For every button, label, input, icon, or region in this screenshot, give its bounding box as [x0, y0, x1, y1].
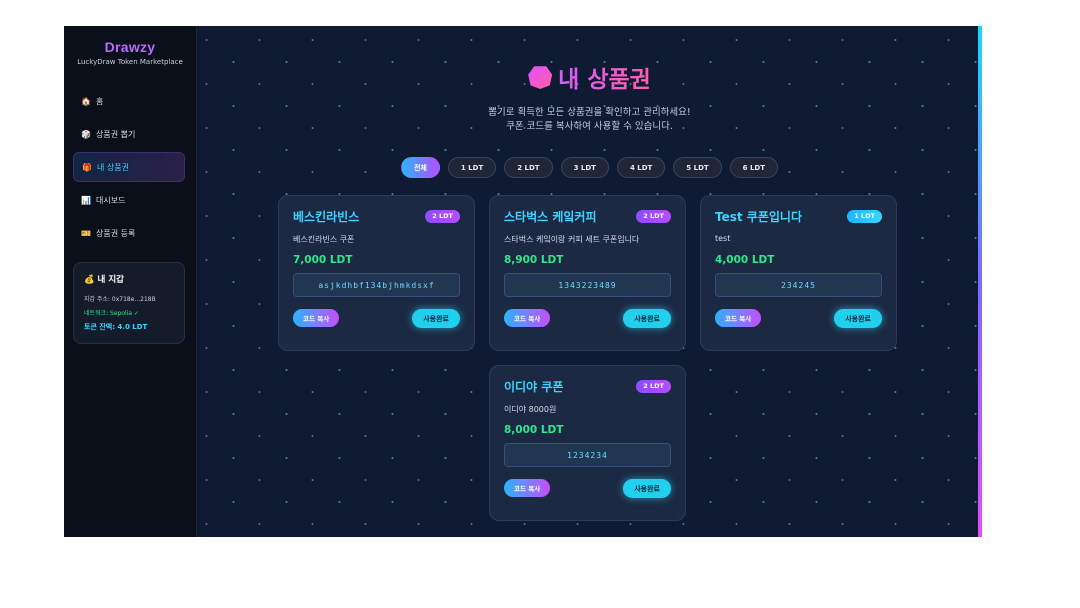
voucher-card: 스타벅스 케잌커피 2 LDT 스타벅스 케잌이랑 커피 세트 쿠폰입니다 8,… — [489, 195, 686, 351]
brand-logo[interactable]: Drawzy — [64, 39, 196, 55]
page-subtitle: 뽑기로 획득한 모든 상품권을 확인하고 관리하세요! 쿠폰 코드를 복사하여 … — [197, 106, 982, 134]
sidebar: Drawzy LuckyDraw Token Marketplace 🏠 홈 🎲… — [64, 26, 197, 537]
voucher-description: 스타벅스 케잌이랑 커피 세트 쿠폰입니다 — [504, 235, 640, 244]
coupon-code[interactable]: asjkdhbf134bjhmkdsxf — [293, 273, 460, 297]
app-window: Drawzy LuckyDraw Token Marketplace 🏠 홈 🎲… — [64, 26, 982, 537]
ticket-icon: 🎫 — [81, 228, 91, 238]
wallet-network: 네트워크: Sepolia ✓ — [84, 310, 139, 317]
home-icon: 🏠 — [81, 96, 91, 106]
gift-icon: 🎁 — [82, 162, 92, 172]
copy-code-button[interactable]: 코드 복사 — [504, 309, 551, 327]
copy-code-button[interactable]: 코드 복사 — [715, 309, 762, 327]
brand-tagline: LuckyDraw Token Marketplace — [77, 58, 183, 66]
chart-icon: 📊 — [81, 195, 91, 205]
gem-icon — [528, 66, 553, 89]
sidebar-item-label: 상품권 등록 — [96, 228, 136, 238]
voucher-card: 베스킨라빈스 2 LDT 베스킨라빈스 쿠폰 7,000 LDT asjkdhb… — [278, 195, 475, 351]
sidebar-item-home[interactable]: 🏠 홈 — [73, 86, 185, 116]
sidebar-item-label: 홈 — [96, 96, 104, 106]
filter-2-ldt[interactable]: 2 LDT — [504, 157, 553, 178]
coupon-code[interactable]: 1234234 — [504, 443, 671, 467]
mark-used-button[interactable]: 사용완료 — [412, 309, 460, 328]
voucher-price: 4,000 LDT — [715, 254, 775, 266]
mark-used-button[interactable]: 사용완료 — [623, 479, 671, 498]
voucher-name: 베스킨라빈스 — [293, 209, 360, 224]
filter-1-ldt[interactable]: 1 LDT — [447, 157, 497, 178]
voucher-card: 이디야 쿠폰 2 LDT 이디야 8000원 8,000 LDT 1234234… — [489, 365, 686, 521]
wallet-address: 지갑 주소: 0x718e...218B — [84, 296, 156, 303]
wallet-panel: 💰 내 지갑 지갑 주소: 0x718e...218B 네트워크: Sepoli… — [73, 262, 185, 344]
voucher-card: Test 쿠폰입니다 1 LDT test 4,000 LDT 234245 코… — [700, 195, 897, 351]
coupon-code[interactable]: 234245 — [715, 273, 882, 297]
voucher-price: 8,000 LDT — [504, 424, 564, 436]
voucher-name: 스타벅스 케잌커피 — [504, 209, 597, 224]
wallet-balance: 토큰 잔액: 4.0 LDT — [84, 323, 148, 331]
sidebar-item-my-vouchers[interactable]: 🎁 내 상품권 — [73, 152, 185, 182]
price-badge: 2 LDT — [636, 379, 671, 393]
dice-icon: 🎲 — [81, 129, 91, 139]
sidebar-item-label: 내 상품권 — [97, 162, 129, 172]
voucher-name: Test 쿠폰입니다 — [715, 209, 802, 224]
sidebar-item-dashboard[interactable]: 📊 대시보드 — [73, 185, 185, 215]
filter-6-ldt[interactable]: 6 LDT — [729, 157, 779, 178]
mark-used-button[interactable]: 사용완료 — [623, 309, 671, 328]
copy-code-button[interactable]: 코드 복사 — [504, 479, 551, 497]
filter-3-ldt[interactable]: 3 LDT — [560, 157, 609, 178]
voucher-name: 이디야 쿠폰 — [504, 379, 564, 394]
sidebar-item-register[interactable]: 🎫 상품권 등록 — [73, 218, 185, 248]
filter-all[interactable]: 전체 — [400, 157, 440, 178]
voucher-price: 8,900 LDT — [504, 254, 564, 266]
coupon-code[interactable]: 1343223489 — [504, 273, 671, 297]
sidebar-item-label: 대시보드 — [96, 195, 126, 205]
price-badge: 1 LDT — [847, 209, 882, 223]
wallet-title: 💰 내 지갑 — [84, 275, 124, 285]
filter-4-ldt[interactable]: 4 LDT — [616, 157, 666, 178]
main-content: 내 상품권 뽑기로 획득한 모든 상품권을 확인하고 관리하세요! 쿠폰 코드를… — [197, 26, 982, 537]
subtitle-line: 뽑기로 획득한 모든 상품권을 확인하고 관리하세요! — [488, 107, 691, 118]
price-badge: 2 LDT — [425, 209, 460, 223]
sidebar-item-label: 상품권 뽑기 — [96, 129, 136, 139]
page-header: 내 상품권 — [197, 60, 982, 94]
voucher-description: 베스킨라빈스 쿠폰 — [293, 235, 355, 244]
filter-5-ldt[interactable]: 5 LDT — [673, 157, 722, 178]
mark-used-button[interactable]: 사용완료 — [834, 309, 882, 328]
filter-bar: 전체 1 LDT 2 LDT 3 LDT 4 LDT 5 LDT 6 LDT — [197, 157, 982, 178]
subtitle-line: 쿠폰 코드를 복사하여 사용할 수 있습니다. — [506, 121, 673, 132]
voucher-description: test — [715, 234, 731, 243]
voucher-price: 7,000 LDT — [293, 254, 353, 266]
scrollbar-edge[interactable] — [978, 26, 982, 537]
page-title: 내 상품권 — [558, 60, 651, 94]
sidebar-item-draw[interactable]: 🎲 상품권 뽑기 — [73, 119, 185, 149]
price-badge: 2 LDT — [636, 209, 671, 223]
sidebar-nav: 🏠 홈 🎲 상품권 뽑기 🎁 내 상품권 📊 대시보드 🎫 상품권 등록 — [73, 86, 185, 251]
copy-code-button[interactable]: 코드 복사 — [293, 309, 340, 327]
voucher-description: 이디야 8000원 — [504, 405, 557, 414]
